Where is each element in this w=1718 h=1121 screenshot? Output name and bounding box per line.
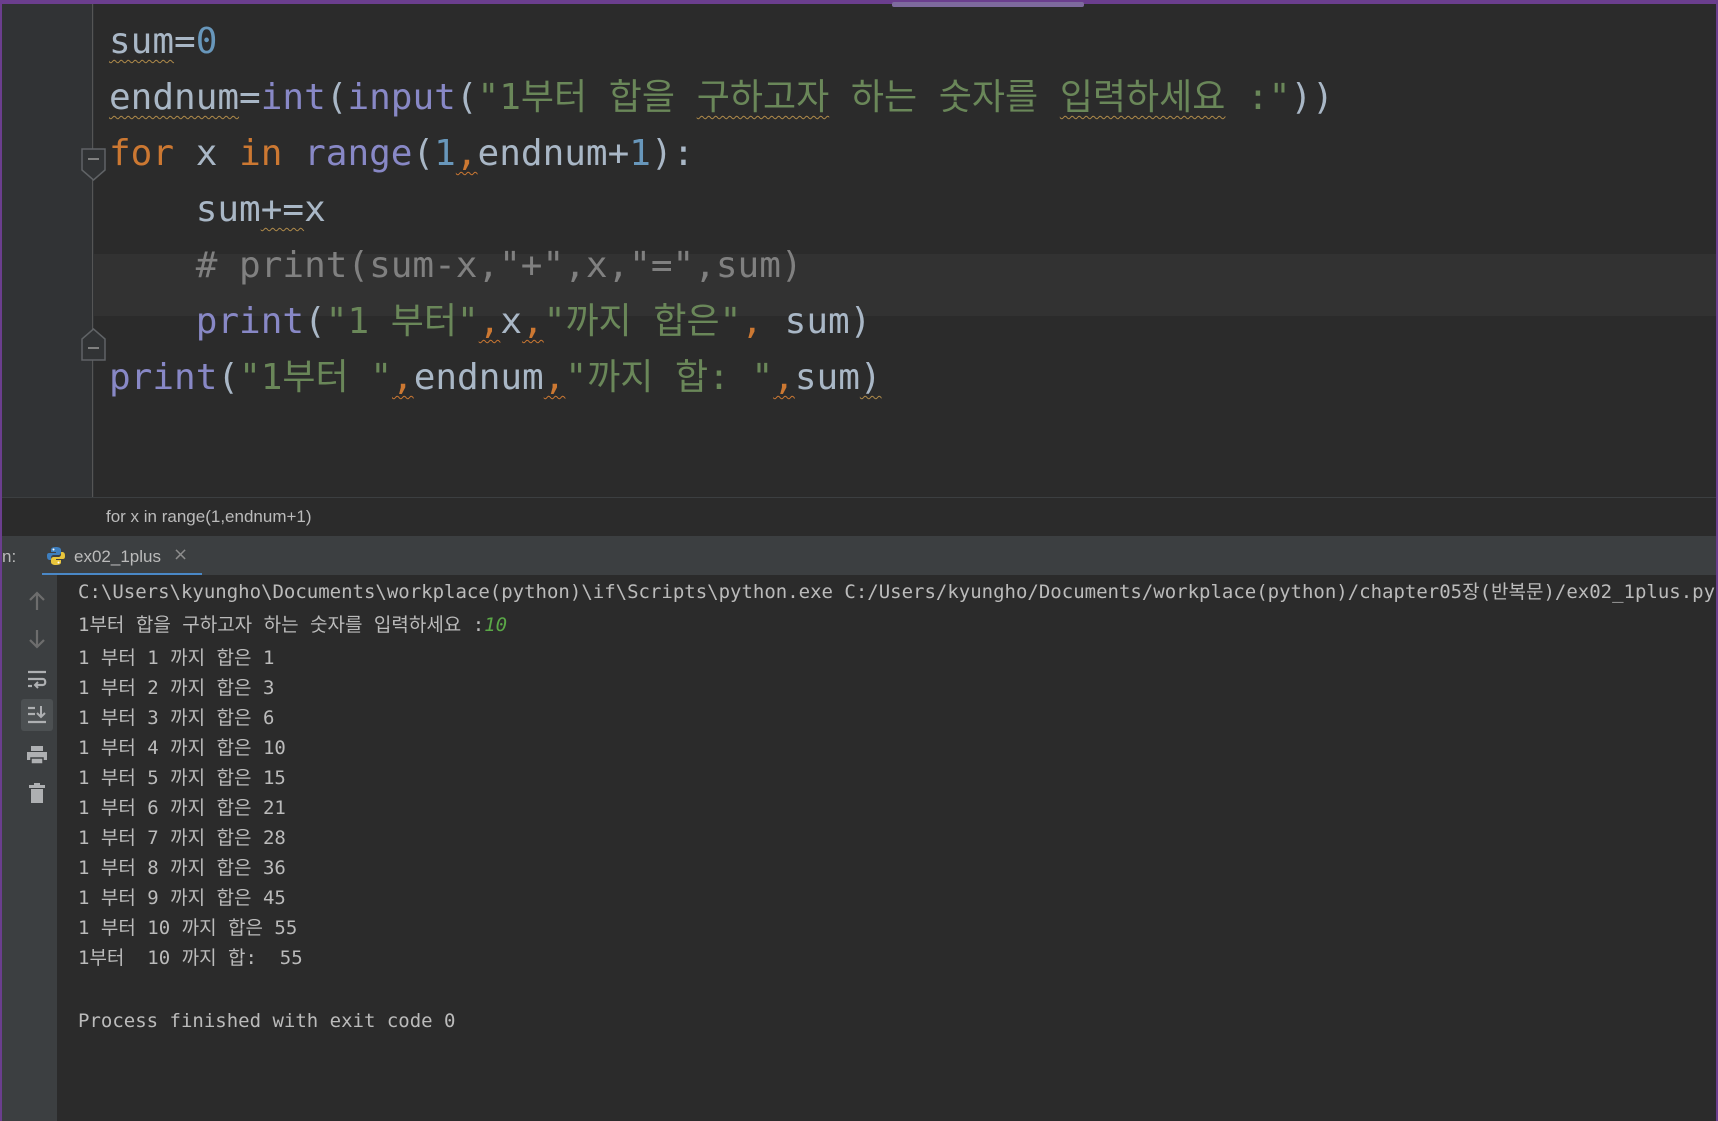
code-token: , [543,357,566,398]
code-token: "1부터 " [239,357,392,398]
code-token: print [109,357,218,398]
code-token: ( [412,133,435,174]
console-exit-message: Process finished with exit code 0 [78,1010,456,1032]
code-token: "1 부터" [325,301,479,342]
code-token: ( [304,301,326,342]
code-token: , [455,133,478,174]
console-output-line: 1 부터 4 까지 합은 10 [78,737,286,759]
down-arrow-icon[interactable] [21,623,53,655]
code-editor[interactable]: sum=0 endnum=int(input("1부터 합을 구하고자 하는 숫자… [2,2,1716,497]
run-tab-ex02-1plus[interactable]: ex02_1plus × [42,536,202,576]
console-prompt-line: 1부터 합을 구하고자 하는 숫자를 입력하세요 :10 [78,609,507,642]
code-token: range [304,133,413,174]
code-token: 입력하세요 [1059,77,1226,118]
code-token: sum) [762,301,872,342]
code-token: int [260,77,326,118]
console-user-input: 10 [484,614,508,636]
code-token: += [260,189,305,230]
console-output-line: 1 부터 5 까지 합은 15 [78,767,286,789]
code-token: for [109,133,175,174]
fold-end-icon[interactable] [81,328,106,361]
code-token: , [392,357,414,398]
python-file-icon [46,546,66,566]
gutter-divider [92,2,93,497]
console-output[interactable]: C:\Users\kyungho\Documents\workplace(pyt… [58,575,1716,1121]
code-line[interactable]: sum+=x [109,180,326,240]
run-tool-window-header: n: ex02_1plus × [2,535,1716,576]
editor-gutter [2,2,94,497]
run-toolbar [2,575,58,1121]
run-label: n: [2,547,17,566]
close-icon[interactable]: × [173,544,188,565]
code-token: # print(sum-x,"+",x,"=",sum) [109,245,803,286]
code-token: + [607,133,630,174]
code-token: , [478,301,501,342]
code-line[interactable]: print("1 부터",x,"까지 합은", sum) [109,292,872,352]
code-token: , [522,301,544,342]
code-token: 0 [195,21,218,62]
breadcrumb-text[interactable]: for x in range(1,endnum+1) [106,507,312,527]
console-output-line: 1 부터 7 까지 합은 28 [78,827,286,849]
code-token: x [174,133,240,174]
code-token: ( [455,77,478,118]
fold-icon[interactable] [81,148,106,181]
console-output-line: 1 부터 1 까지 합은 1 [78,647,275,669]
scroll-to-end-icon[interactable] [21,699,53,731]
code-token: ) [859,357,882,398]
code-token: sum [109,189,261,230]
code-token: , [773,357,795,398]
code-line[interactable]: print("1부터 ",endnum,"까지 합: ",sum) [109,348,882,408]
trash-icon[interactable] [21,777,53,809]
code-token: ): [650,133,695,174]
code-line[interactable]: endnum=int(input("1부터 합을 구하고자 하는 숫자를 입력하… [109,68,1334,128]
code-token: 구하고자 [696,77,830,118]
code-line[interactable]: sum=0 [109,12,217,72]
code-token: in [239,133,283,174]
code-token: 1 [629,133,651,174]
print-icon[interactable] [21,739,53,771]
code-token: "까지 합은" [543,301,742,342]
code-token: endnum [477,133,608,174]
code-token: endnum [413,357,544,398]
code-line[interactable]: # print(sum-x,"+",x,"=",sum) [109,236,803,296]
code-token: 1 [434,133,456,174]
code-token: x [304,189,326,230]
code-token: = [239,77,261,118]
console-output-line: 1 부터 3 까지 합은 6 [78,707,275,729]
window-border-top [2,2,1716,4]
soft-wrap-icon[interactable] [21,663,53,695]
console-output-line: 1 부터 6 까지 합은 21 [78,797,286,819]
code-token: )) [1290,77,1334,118]
console-command-line: C:\Users\kyungho\Documents\workplace(pyt… [78,581,1716,603]
code-line[interactable]: for x in range(1,endnum+1): [109,124,694,184]
code-token: , [741,301,763,342]
code-token: 하는 숫자를 [829,77,1060,118]
code-token: sum [794,357,860,398]
console-output-line: 1 부터 2 까지 합은 3 [78,677,275,699]
horizontal-scroll-thumb[interactable] [892,2,1084,7]
code-token: input [347,77,456,118]
code-token: :" [1225,77,1291,118]
code-token: print [195,301,305,342]
code-token: x [500,301,523,342]
code-token: "1부터 합을 [477,77,697,118]
code-token: = [174,21,196,62]
console-prompt: 1부터 합을 구하고자 하는 숫자를 입력하세요 : [78,614,485,636]
console-output-line: 1 부터 9 까지 합은 45 [78,887,286,909]
console-output-line: 1 부터 8 까지 합은 36 [78,857,286,879]
code-token: sum [109,21,175,62]
run-tab-label: ex02_1plus [74,547,161,566]
code-token: ( [217,357,240,398]
up-arrow-icon[interactable] [21,585,53,617]
code-token: "까지 합: " [565,357,774,398]
breadcrumb[interactable]: for x in range(1,endnum+1) [2,497,1716,535]
console-output-line: 1부터 10 까지 합: 55 [78,947,303,969]
console-output-line: 1 부터 10 까지 합은 55 [78,917,298,939]
code-token: endnum [109,77,240,118]
code-token: ( [325,77,348,118]
